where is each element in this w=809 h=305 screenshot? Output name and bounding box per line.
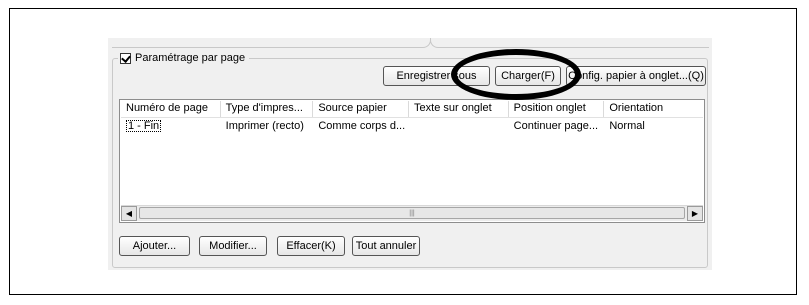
column-header-orientation[interactable]: Orientation xyxy=(604,101,703,117)
cell-tab-text xyxy=(409,119,509,133)
column-header-tab-position[interactable]: Position onglet xyxy=(509,101,605,117)
save-as-button[interactable]: Enregistrer sous xyxy=(383,66,490,86)
cell-tab-position: Continuer page... xyxy=(513,120,599,132)
delete-button[interactable]: Effacer(K) xyxy=(277,236,345,256)
load-button[interactable]: Charger(F) xyxy=(495,66,561,86)
horizontal-scrollbar[interactable]: ◀ ||| ▶ xyxy=(121,205,703,221)
tab-left-edge xyxy=(112,38,431,48)
column-header-tab-text[interactable]: Texte sur onglet xyxy=(409,101,509,117)
add-button[interactable]: Ajouter... xyxy=(119,236,190,256)
column-header-paper-source[interactable]: Source papier xyxy=(313,101,410,117)
cancel-all-button[interactable]: Tout annuler xyxy=(352,236,420,256)
scroll-left-icon[interactable]: ◀ xyxy=(121,206,137,221)
tab-strip xyxy=(108,38,712,48)
tab-right-edge xyxy=(430,38,709,48)
cell-orientation: Normal xyxy=(609,120,645,132)
list-header: Numéro de page Type d'impres... Source p… xyxy=(121,101,703,118)
cell-page-number: 1 - Fin xyxy=(126,120,162,132)
per-page-settings-checkbox[interactable] xyxy=(120,52,131,64)
tab-paper-config-button[interactable]: Config. papier à onglet...(Q) xyxy=(566,66,706,86)
per-page-settings-label: Paramétrage par page xyxy=(135,52,246,64)
cell-print-type: Imprimer (recto) xyxy=(225,120,304,132)
cell-paper-source: Comme corps d... xyxy=(318,120,406,132)
table-row[interactable]: 1 - Fin Imprimer (recto) Comme corps d..… xyxy=(121,119,703,133)
column-header-print-type[interactable]: Type d'impres... xyxy=(221,101,314,117)
page-settings-list[interactable]: Numéro de page Type d'impres... Source p… xyxy=(119,99,705,223)
scrollbar-thumb[interactable]: ||| xyxy=(139,207,685,219)
column-header-page-number[interactable]: Numéro de page xyxy=(121,101,221,117)
scroll-right-icon[interactable]: ▶ xyxy=(687,206,703,221)
modify-button[interactable]: Modifier... xyxy=(199,236,267,256)
per-page-settings-checkbox-row[interactable]: Paramétrage par page xyxy=(118,51,250,65)
